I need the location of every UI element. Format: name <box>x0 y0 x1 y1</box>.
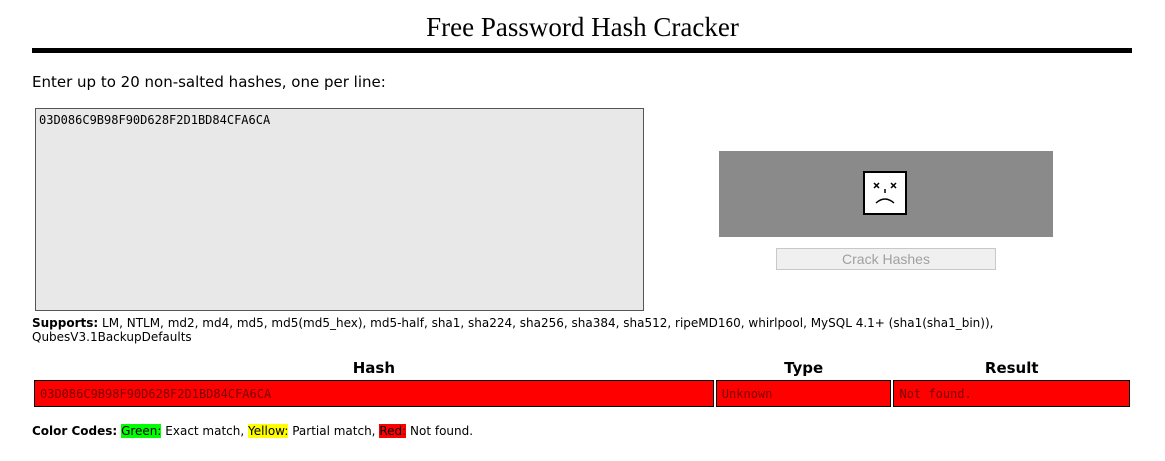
page: Free Password Hash Cracker Enter up to 2… <box>0 0 1165 461</box>
supports-list: LM, NTLM, md2, md4, md5, md5(md5_hex), m… <box>32 316 994 344</box>
crack-hashes-button[interactable]: Crack Hashes <box>776 248 996 270</box>
results-header-row: Hash Type Result <box>34 359 1130 378</box>
hash-input-instruction: Enter up to 20 non-salted hashes, one pe… <box>32 73 386 91</box>
column-header-type: Type <box>784 359 824 377</box>
column-header-hash: Hash <box>352 359 396 377</box>
legend-red-text: Not found. <box>410 424 474 438</box>
legend-yellow-text: Partial match, <box>292 424 376 438</box>
supported-algorithms: Supports: LM, NTLM, md2, md4, md5, md5(m… <box>32 316 1032 344</box>
color-codes-legend: Color Codes: Green: Exact match, Yellow:… <box>32 424 473 439</box>
captcha-box[interactable] <box>719 151 1053 237</box>
results-table: Hash Type Result 03D086C9B98F90D628F2D1B… <box>32 357 1132 409</box>
row-type-cell: Unknown <box>715 380 892 407</box>
sad-face-broken-image-icon <box>863 171 907 215</box>
hash-textarea[interactable]: 03D086C9B98F90D628F2D1BD84CFA6CA <box>35 108 644 311</box>
legend-red-chip: Red: <box>379 424 407 438</box>
title-divider <box>32 48 1132 53</box>
row-hash-cell: 03D086C9B98F90D628F2D1BD84CFA6CA <box>34 380 714 407</box>
legend-green-chip: Green: <box>121 424 162 438</box>
legend-green-text: Exact match, <box>165 424 245 438</box>
table-row: 03D086C9B98F90D628F2D1BD84CFA6CA Unknown… <box>34 380 1130 407</box>
page-title: Free Password Hash Cracker <box>426 12 739 42</box>
column-header-result: Result <box>984 359 1039 377</box>
legend-yellow-chip: Yellow: <box>248 424 289 438</box>
legend-label: Color Codes: <box>32 424 118 438</box>
supports-label: Supports: <box>32 316 99 330</box>
row-result-cell: Not found. <box>893 380 1130 407</box>
